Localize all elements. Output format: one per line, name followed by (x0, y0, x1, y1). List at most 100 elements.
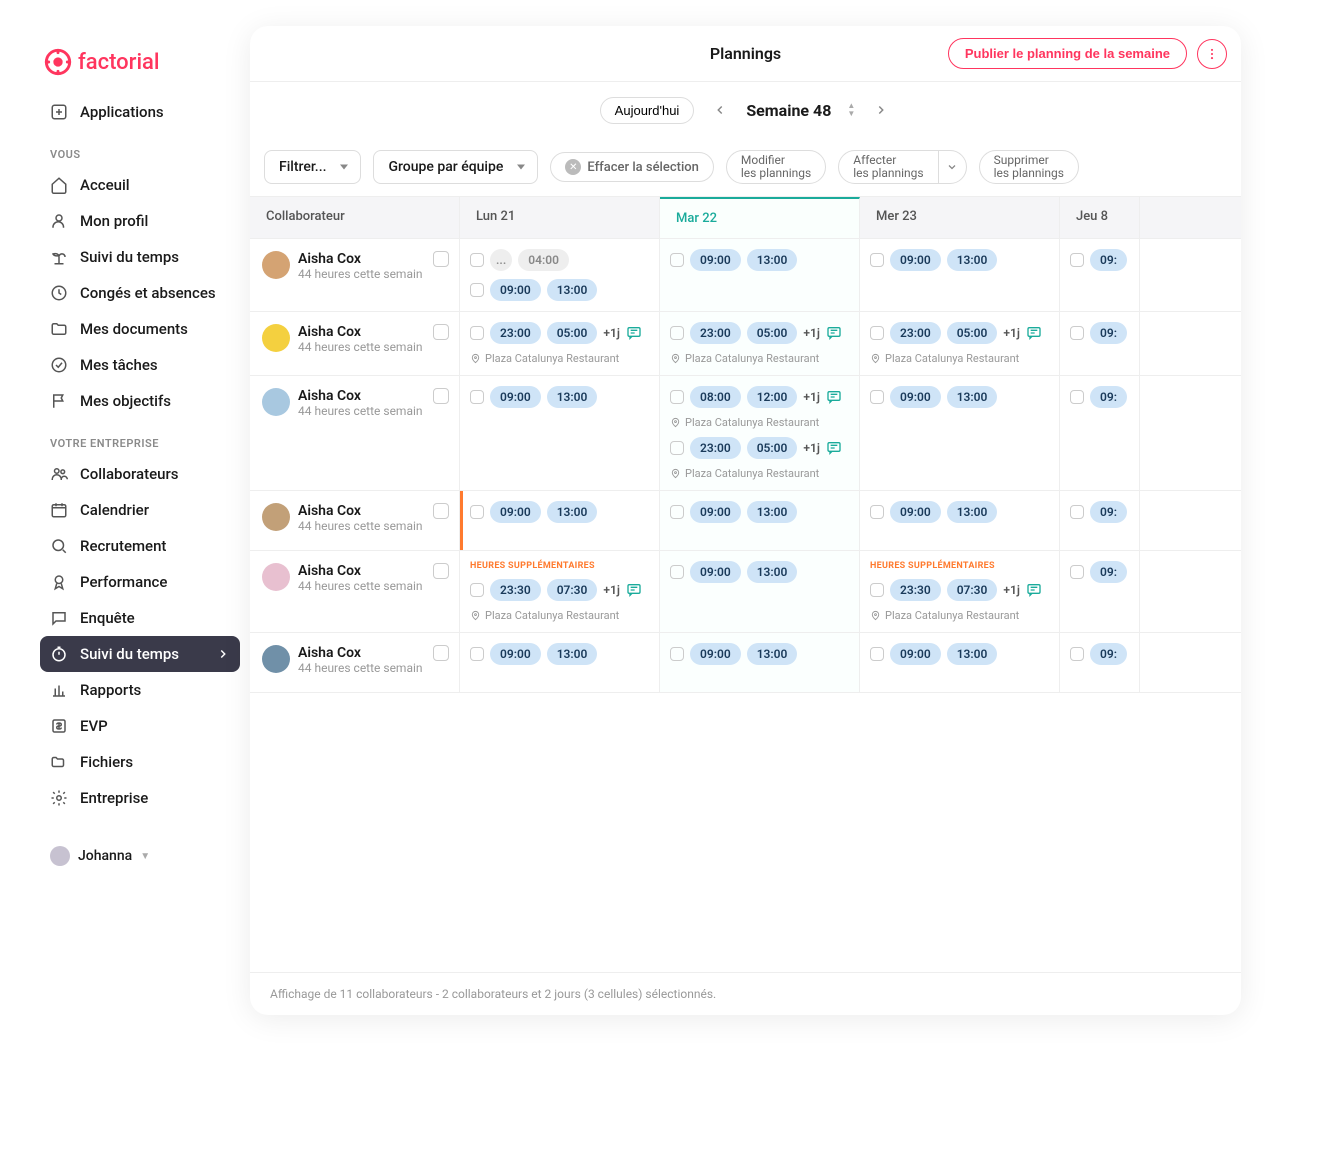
day-cell[interactable]: 09:0013:00 (660, 551, 860, 632)
row-checkbox[interactable] (433, 503, 449, 519)
day-cell[interactable]: 09:0013:00 (460, 633, 660, 692)
shift-checkbox[interactable] (670, 565, 684, 579)
shift-checkbox[interactable] (470, 390, 484, 404)
shift-checkbox[interactable] (470, 583, 484, 597)
clear-selection-chip[interactable]: ✕Effacer la sélection (550, 152, 714, 182)
collaborator-cell[interactable]: Aisha Cox44 heures cette semain (250, 312, 460, 375)
week-stepper[interactable]: ▲▼ (847, 102, 855, 118)
day-cell[interactable]: 09:0013:00 (660, 491, 860, 550)
shift-checkbox[interactable] (470, 253, 484, 267)
comment-icon[interactable] (826, 389, 842, 405)
nav-time-tracking[interactable]: Suivi du temps (40, 239, 240, 275)
day-cell[interactable]: 09:0013:00 (460, 491, 660, 550)
day-cell[interactable]: HEURES SUPPLÉMENTAIRES 23:3007:30+1j Pla… (460, 551, 660, 632)
shift-checkbox[interactable] (670, 326, 684, 340)
nav-time-company[interactable]: Suivi du temps (40, 636, 240, 672)
comment-icon[interactable] (826, 325, 842, 341)
collaborator-cell[interactable]: Aisha Cox44 heures cette semain (250, 633, 460, 692)
day-cell[interactable]: 08:0012:00+1j Plaza Catalunya Restaurant… (660, 376, 860, 490)
shift-checkbox[interactable] (470, 283, 484, 297)
group-select[interactable]: Groupe par équipe (373, 150, 538, 184)
shift-checkbox[interactable] (1070, 326, 1084, 340)
shift-checkbox[interactable] (670, 253, 684, 267)
modify-plannings-button[interactable]: Modifierles plannings (726, 150, 826, 184)
shift-checkbox[interactable] (470, 326, 484, 340)
comment-icon[interactable] (626, 325, 642, 341)
comment-icon[interactable] (1026, 582, 1042, 598)
shift-checkbox[interactable] (670, 390, 684, 404)
nav-evp[interactable]: EVP (40, 708, 240, 744)
shift-checkbox[interactable] (1070, 390, 1084, 404)
shift-checkbox[interactable] (870, 326, 884, 340)
day-cell[interactable]: 09: (1060, 491, 1140, 550)
day-cell[interactable]: 09: (1060, 551, 1140, 632)
nav-home[interactable]: Acceuil (40, 167, 240, 203)
day-cell[interactable]: 09:0013:00 (860, 376, 1060, 490)
day-cell[interactable]: 23:0005:00+1j Plaza Catalunya Restaurant (460, 312, 660, 375)
nav-files[interactable]: Fichiers (40, 744, 240, 780)
nav-tasks[interactable]: Mes tâches (40, 347, 240, 383)
day-cell[interactable]: 09:0013:00 (860, 239, 1060, 311)
next-week-button[interactable] (871, 100, 891, 120)
comment-icon[interactable] (1026, 325, 1042, 341)
nav-reports[interactable]: Rapports (40, 672, 240, 708)
row-checkbox[interactable] (433, 645, 449, 661)
nav-docs[interactable]: Mes documents (40, 311, 240, 347)
nav-survey[interactable]: Enquête (40, 600, 240, 636)
row-checkbox[interactable] (433, 251, 449, 267)
nav-recruit[interactable]: Recrutement (40, 528, 240, 564)
day-cell[interactable]: ...04:00 09:0013:00 (460, 239, 660, 311)
shift-checkbox[interactable] (1070, 647, 1084, 661)
nav-people[interactable]: Collaborateurs (40, 456, 240, 492)
more-button[interactable] (1197, 39, 1227, 69)
row-checkbox[interactable] (433, 324, 449, 340)
day-cell[interactable]: 09:0013:00 (660, 239, 860, 311)
collaborator-cell[interactable]: Aisha Cox44 heures cette semain (250, 239, 460, 311)
nav-profile[interactable]: Mon profil (40, 203, 240, 239)
today-button[interactable]: Aujourd'hui (600, 97, 695, 124)
assign-plannings-button[interactable]: Affecterles plannings (838, 150, 966, 184)
comment-icon[interactable] (626, 582, 642, 598)
shift-checkbox[interactable] (870, 583, 884, 597)
shift-checkbox[interactable] (470, 647, 484, 661)
current-user[interactable]: Johanna ▼ (40, 816, 240, 876)
shift-checkbox[interactable] (870, 390, 884, 404)
filter-select[interactable]: Filtrer... (264, 150, 361, 184)
row-checkbox[interactable] (433, 388, 449, 404)
day-cell[interactable]: 09: (1060, 312, 1140, 375)
shift-checkbox[interactable] (870, 253, 884, 267)
nav-company[interactable]: Entreprise (40, 780, 240, 816)
nav-applications[interactable]: Applications (40, 94, 240, 130)
shift-checkbox[interactable] (870, 505, 884, 519)
publish-button[interactable]: Publier le planning de la semaine (948, 38, 1187, 69)
collaborator-cell[interactable]: Aisha Cox44 heures cette semain (250, 491, 460, 550)
shift-checkbox[interactable] (670, 647, 684, 661)
day-cell[interactable]: 09: (1060, 633, 1140, 692)
shift-checkbox[interactable] (1070, 505, 1084, 519)
day-cell[interactable]: HEURES SUPPLÉMENTAIRES 23:3007:30+1j Pla… (860, 551, 1060, 632)
more-pill[interactable]: ... (490, 249, 512, 271)
shift-checkbox[interactable] (470, 505, 484, 519)
day-cell[interactable]: 09:0013:00 (860, 491, 1060, 550)
nav-leave[interactable]: Congés et absences (40, 275, 240, 311)
chevron-down-icon[interactable] (938, 151, 966, 183)
shift-checkbox[interactable] (1070, 565, 1084, 579)
day-cell[interactable]: 09:0013:00 (860, 633, 1060, 692)
comment-icon[interactable] (826, 440, 842, 456)
day-cell[interactable]: 09: (1060, 239, 1140, 311)
shift-checkbox[interactable] (670, 505, 684, 519)
day-cell[interactable]: 09:0013:00 (460, 376, 660, 490)
collaborator-cell[interactable]: Aisha Cox44 heures cette semain (250, 551, 460, 632)
day-cell[interactable]: 23:0005:00+1j Plaza Catalunya Restaurant (860, 312, 1060, 375)
shift-checkbox[interactable] (1070, 253, 1084, 267)
step-down-icon[interactable]: ▼ (847, 110, 855, 118)
row-checkbox[interactable] (433, 563, 449, 579)
delete-plannings-button[interactable]: Supprimerles plannings (979, 150, 1079, 184)
day-cell[interactable]: 09:0013:00 (660, 633, 860, 692)
nav-performance[interactable]: Performance (40, 564, 240, 600)
shift-checkbox[interactable] (670, 441, 684, 455)
nav-calendar[interactable]: Calendrier (40, 492, 240, 528)
nav-goals[interactable]: Mes objectifs (40, 383, 240, 419)
day-cell[interactable]: 23:0005:00+1j Plaza Catalunya Restaurant (660, 312, 860, 375)
prev-week-button[interactable] (710, 100, 730, 120)
